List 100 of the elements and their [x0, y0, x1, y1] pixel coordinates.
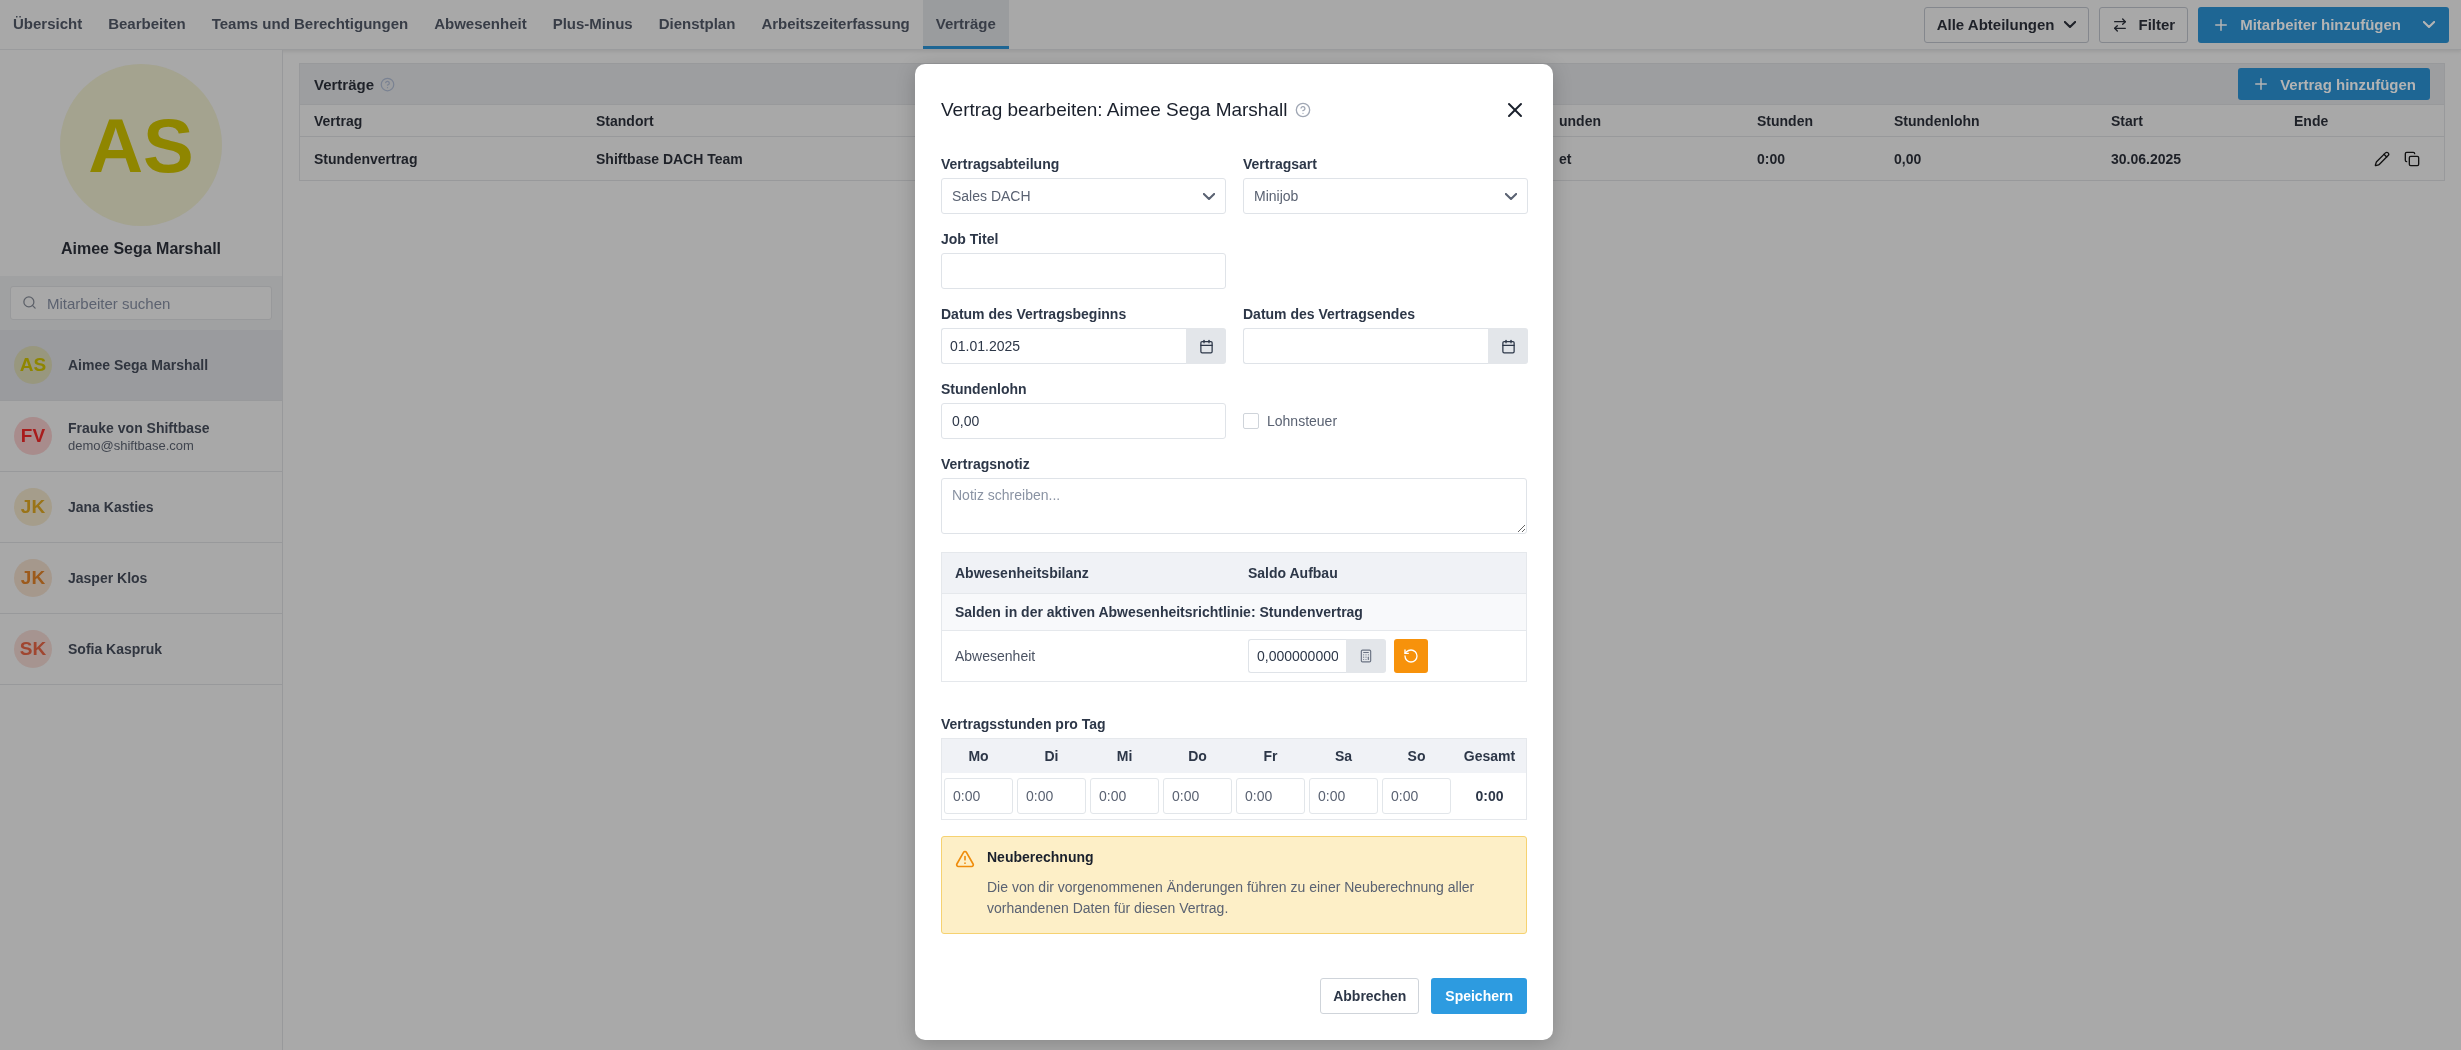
total-hours: 0:00 [1474, 788, 1505, 804]
calendar-icon [1500, 338, 1516, 354]
absence-type: Abwesenheit [955, 648, 1037, 664]
edit-icon[interactable] [2374, 150, 2390, 167]
hours-field[interactable]: 0:00 [1236, 778, 1305, 814]
chevron-down-icon [2423, 21, 2435, 28]
hours-field[interactable]: 0:00 [1309, 778, 1378, 814]
nav-tab[interactable]: Plus-Minus [539, 0, 646, 49]
day-header: Fr [1262, 748, 1279, 764]
calendar-icon [1198, 338, 1214, 354]
warning-text: Die von dir vorgenommenen Änderungen führen zu einer Neuberechnung aller vorhandenen Daten für diesen Vertrag. [987, 878, 1476, 918]
help-icon [1295, 102, 1312, 118]
chevron-down-icon [2064, 21, 2077, 28]
employee-search-field[interactable]: Mitarbeiter suchen [10, 286, 272, 320]
hours-field[interactable]: 0:00 [1382, 778, 1451, 814]
end-date-field[interactable] [1243, 328, 1488, 364]
swap-arrows-icon [2112, 16, 2129, 33]
contract-type-select[interactable]: Minijob [1243, 178, 1528, 214]
employee-name: Jana Kasties [68, 499, 154, 515]
avatar-initials: JK [20, 496, 46, 518]
hours-field[interactable]: 0:00 [944, 778, 1013, 814]
day-header: Sa [1333, 748, 1354, 764]
avatar-initials: AS [88, 101, 194, 189]
table-cell: Shiftbase DACH Team [596, 150, 743, 167]
warning-title: Neuberechnung [987, 849, 1095, 865]
day-header: Di [1043, 748, 1060, 764]
calculator-icon [1359, 649, 1373, 663]
policy-note: Salden in der aktiven Abwesenheitsrichtlinie: Stundenvertrag [955, 604, 1363, 620]
day-header: So [1406, 748, 1427, 764]
nav-tab[interactable]: Teams und Berechtigungen [198, 0, 422, 49]
table-cell: et [1559, 150, 1572, 167]
column-header: Standort [596, 112, 654, 129]
department-select[interactable]: Sales DACH [941, 178, 1226, 214]
column-header: Saldo Aufbau [1248, 565, 1339, 581]
employee-name: Frauke von Shiftbase [68, 419, 210, 436]
hours-field[interactable]: 0:00 [1163, 778, 1232, 814]
field-label: Datum des Vertragsbeginns [941, 306, 1128, 322]
nav-tab[interactable]: Abwesenheit [421, 0, 540, 49]
field-label: Vertragsstunden pro Tag [941, 716, 1107, 732]
column-header: Ende [2294, 112, 2329, 129]
dialog-title: Vertrag bearbeiten: Aimee Sega Marshall [941, 99, 1288, 121]
employee-name: Jasper Klos [68, 570, 148, 586]
start-date-field[interactable]: 01.01.2025 [941, 328, 1186, 364]
save-button[interactable]: Speichern [1431, 978, 1527, 1014]
table-cell: 0,00 [1894, 150, 1922, 167]
hours-field[interactable]: 0:00 [1090, 778, 1159, 814]
employee-name: Aimee Sega Marshall [68, 357, 209, 373]
column-header: Start [2111, 112, 2143, 129]
employee-email: demo@shiftbase.com [68, 437, 195, 453]
day-header: Mi [1115, 748, 1134, 764]
table-cell: Stundenvertrag [314, 150, 418, 167]
column-header: Stundenlohn [1894, 112, 1980, 129]
calendar-button[interactable] [1186, 328, 1226, 364]
calculator-button[interactable] [1346, 639, 1386, 673]
add-contract-button[interactable]: Vertrag hinzufügen [2238, 68, 2430, 100]
employee-name: Sofia Kaspruk [68, 641, 163, 657]
cancel-button[interactable]: Abbrechen [1320, 978, 1420, 1014]
nav-tab[interactable]: Übersicht [0, 0, 96, 49]
column-header: Stunden [1757, 112, 1813, 129]
field-label: Vertragsart [1243, 156, 1318, 172]
hours-field[interactable]: 0:00 [1017, 778, 1086, 814]
profile-name: Aimee Sega Marshall [60, 240, 222, 258]
avatar-initials: JK [20, 567, 46, 589]
table-cell: 30.06.2025 [2111, 150, 2182, 167]
warning-icon [955, 849, 975, 869]
column-header: Vertrag [314, 112, 363, 129]
nav-tab[interactable]: Arbeitszeiterfassung [748, 0, 923, 49]
field-label: Job Titel [941, 231, 1000, 247]
job-title-field[interactable] [941, 253, 1226, 289]
day-header: Mo [967, 748, 990, 764]
panel-title: Verträge [314, 75, 375, 93]
nav-tab[interactable]: Dienstplan [645, 0, 749, 49]
field-label: Vertragsnotiz [941, 456, 1031, 472]
copy-icon[interactable] [2404, 150, 2420, 167]
nav-tab[interactable]: Verträge [922, 0, 1009, 49]
table-cell: 0:00 [1757, 150, 1786, 167]
checkbox[interactable] [1243, 413, 1259, 429]
filter-button[interactable]: Filter [2099, 6, 2189, 43]
avatar-initials: AS [19, 354, 47, 376]
field-label: Stundenlohn [941, 381, 1028, 397]
employee-list-item[interactable]: AS Aimee Sega Marshall [0, 330, 282, 401]
add-employee-button[interactable]: Mitarbeiter hinzufügen [2198, 6, 2449, 43]
calendar-button[interactable] [1488, 328, 1528, 364]
field-label: Datum des Vertragsendes [1243, 306, 1416, 322]
nav-tab[interactable]: Bearbeiten [95, 0, 199, 49]
chevron-down-icon [1505, 192, 1517, 200]
balance-field[interactable]: 0,000000000 [1248, 639, 1346, 673]
counterclockwise-arrow-icon [1403, 648, 1419, 664]
help-icon [380, 76, 396, 92]
avatar-initials: FV [20, 425, 46, 447]
field-label: Vertragsabteilung [941, 156, 1061, 172]
note-field[interactable]: Notiz schreiben... [941, 478, 1527, 534]
checkbox-label: Lohnsteuer [1267, 413, 1338, 429]
day-header: Gesamt [1462, 748, 1517, 764]
avatar-initials: SK [19, 638, 47, 660]
hourly-wage-field[interactable]: 0,00 [941, 403, 1226, 439]
column-header: Abwesenheitsbilanz [955, 565, 1090, 581]
column-header: unden [1559, 112, 1601, 129]
day-header: Do [1187, 748, 1208, 764]
department-dropdown[interactable]: Alle Abteilungen [1923, 6, 2090, 43]
